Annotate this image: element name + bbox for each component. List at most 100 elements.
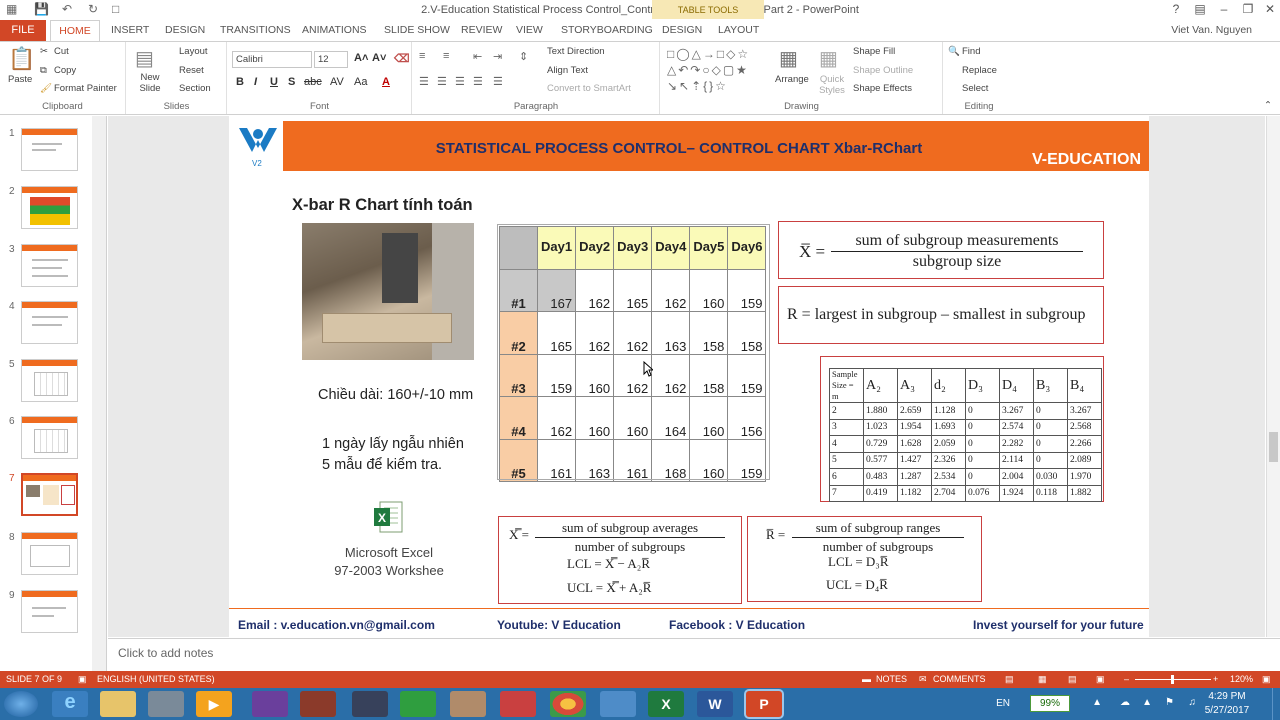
column-header[interactable]: Day3 bbox=[613, 226, 653, 270]
arrange-button[interactable]: Arrange bbox=[775, 74, 809, 85]
fit-to-window-icon[interactable]: ▣ bbox=[1262, 674, 1271, 685]
bullets-icon[interactable]: ≡ bbox=[419, 50, 425, 62]
shapes-gallery[interactable]: □◯△→□◇☆ △↶↷○◇▢★ ↘↖⇡{}☆ bbox=[667, 46, 767, 96]
spellcheck-icon[interactable]: ▣ bbox=[78, 674, 87, 685]
arrange-icon[interactable]: ▦ bbox=[779, 46, 798, 71]
chrome-icon[interactable] bbox=[550, 691, 586, 717]
tab-view[interactable]: VIEW bbox=[516, 24, 543, 36]
tab-file[interactable]: FILE bbox=[0, 20, 46, 41]
media-player-icon[interactable]: ▶ bbox=[196, 691, 232, 717]
decrease-indent-icon[interactable]: ⇤ bbox=[473, 50, 482, 63]
scrollbar-thumb[interactable] bbox=[1269, 432, 1278, 462]
decrease-font-icon[interactable]: A˅ bbox=[372, 52, 386, 64]
column-header[interactable]: Day6 bbox=[727, 226, 767, 270]
cut-button[interactable]: Cut bbox=[54, 46, 69, 57]
start-button-icon[interactable] bbox=[4, 691, 38, 717]
copy-icon[interactable]: ⧉ bbox=[40, 65, 47, 76]
comments-icon[interactable]: ✉ bbox=[919, 674, 927, 685]
zoom-in-icon[interactable]: + bbox=[1213, 674, 1218, 684]
paste-icon[interactable]: 📋 bbox=[8, 46, 35, 72]
slide-scrollbar[interactable] bbox=[1266, 116, 1280, 637]
volume-icon[interactable]: ♫ bbox=[1189, 697, 1197, 708]
change-case-icon[interactable]: Aa bbox=[354, 76, 367, 88]
reading-view-icon[interactable]: ▤ bbox=[1068, 674, 1077, 685]
slide-thumbnail-2[interactable] bbox=[21, 186, 78, 229]
copy-button[interactable]: Copy bbox=[54, 65, 76, 76]
table-cell[interactable]: 160 bbox=[689, 438, 729, 482]
app-icon-1[interactable] bbox=[148, 691, 184, 717]
new-slide-button[interactable]: New Slide bbox=[135, 72, 165, 94]
show-desktop-button[interactable] bbox=[1272, 688, 1280, 720]
slides-pane-scrollbar[interactable] bbox=[92, 116, 106, 671]
excel-taskbar-icon[interactable]: X bbox=[648, 691, 684, 717]
text-direction-button[interactable]: Text Direction bbox=[547, 46, 605, 57]
select-button[interactable]: Select bbox=[962, 83, 988, 94]
tab-storyboarding[interactable]: STORYBOARDING bbox=[561, 24, 653, 36]
action-center-icon[interactable]: ⚑ bbox=[1165, 697, 1174, 708]
language-indicator[interactable]: ENGLISH (UNITED STATES) bbox=[97, 674, 215, 684]
restore-button[interactable]: ❐ bbox=[1238, 2, 1258, 16]
convert-smartart-button[interactable]: Convert to SmartArt bbox=[547, 83, 631, 94]
table-cell[interactable]: 159 bbox=[536, 353, 577, 397]
tab-slide-show[interactable]: SLIDE SHOW bbox=[384, 24, 450, 36]
strikethrough-icon[interactable]: abc bbox=[304, 76, 322, 88]
file-explorer-icon[interactable] bbox=[100, 691, 136, 717]
column-header[interactable]: Day1 bbox=[536, 226, 577, 270]
tab-design[interactable]: DESIGN bbox=[165, 24, 205, 36]
zoom-level[interactable]: 120% bbox=[1230, 674, 1253, 684]
row-header[interactable]: #3 bbox=[499, 353, 538, 397]
slide-thumbnail-5[interactable] bbox=[21, 359, 78, 402]
visual-studio-icon[interactable] bbox=[252, 691, 288, 717]
underline-icon[interactable]: U bbox=[270, 76, 278, 88]
shape-fill-button[interactable]: Shape Fill bbox=[853, 46, 895, 57]
minimize-button[interactable]: – bbox=[1214, 2, 1234, 16]
notes-pane[interactable]: Click to add notes bbox=[108, 638, 1280, 671]
columns-icon[interactable]: ☰ bbox=[493, 75, 503, 88]
align-text-button[interactable]: Align Text bbox=[547, 65, 588, 76]
ribbon-display-icon[interactable]: ▤ bbox=[1190, 2, 1210, 16]
tab-animations[interactable]: ANIMATIONS bbox=[302, 24, 367, 36]
clear-formatting-icon[interactable]: ⌫ bbox=[394, 52, 410, 65]
increase-font-icon[interactable]: A˄ bbox=[354, 52, 368, 64]
tab-review[interactable]: REVIEW bbox=[461, 24, 502, 36]
slide-thumbnail-6[interactable] bbox=[21, 416, 78, 459]
row-header[interactable]: #5 bbox=[499, 438, 538, 482]
new-slide-icon[interactable]: ▤ bbox=[135, 46, 154, 71]
table-cell[interactable]: 162 bbox=[651, 268, 691, 312]
shape-effects-button[interactable]: Shape Effects bbox=[853, 83, 912, 94]
average-range-formula-box[interactable]: R̅ = sum of subgroup ranges number of su… bbox=[747, 516, 982, 602]
comments-button[interactable]: COMMENTS bbox=[933, 674, 986, 684]
clock-date[interactable]: 5/27/2017 bbox=[1196, 705, 1258, 716]
font-color-icon[interactable]: A bbox=[382, 76, 390, 88]
row-header[interactable]: #4 bbox=[499, 396, 538, 440]
table-corner-cell[interactable] bbox=[499, 226, 538, 270]
quick-styles-icon[interactable]: ▦ bbox=[819, 46, 838, 71]
app-icon-4[interactable] bbox=[450, 691, 486, 717]
table-cell[interactable]: 161 bbox=[613, 438, 653, 482]
table-cell[interactable]: 164 bbox=[651, 396, 691, 440]
grand-average-formula-box[interactable]: X̿ = sum of subgroup averages number of … bbox=[498, 516, 742, 604]
slide-counter[interactable]: SLIDE 7 OF 9 bbox=[6, 674, 62, 684]
help-icon[interactable]: ? bbox=[1166, 2, 1186, 16]
zoom-slider[interactable] bbox=[1135, 675, 1211, 684]
word-taskbar-icon[interactable]: W bbox=[697, 691, 733, 717]
tab-home[interactable]: HOME bbox=[50, 20, 100, 42]
table-cell[interactable]: 163 bbox=[651, 311, 691, 355]
clock-time[interactable]: 4:29 PM bbox=[1200, 691, 1254, 702]
slide-canvas[interactable]: V2 STATISTICAL PROCESS CONTROL– CONTROL … bbox=[229, 116, 1149, 637]
app-icon-3[interactable] bbox=[352, 691, 388, 717]
table-cell[interactable]: 160 bbox=[575, 396, 615, 440]
slide-thumbnail-9[interactable] bbox=[21, 590, 78, 633]
slide-thumbnail-7[interactable] bbox=[21, 473, 78, 516]
notes-button[interactable]: NOTES bbox=[876, 674, 907, 684]
tab-transitions[interactable]: TRANSITIONS bbox=[220, 24, 291, 36]
slide-sorter-icon[interactable]: ▦ bbox=[1038, 674, 1047, 685]
format-painter-button[interactable]: Format Painter bbox=[54, 83, 117, 94]
table-cell[interactable]: 160 bbox=[689, 396, 729, 440]
slideshow-view-icon[interactable]: ▣ bbox=[1096, 674, 1105, 685]
notes-placeholder[interactable]: Click to add notes bbox=[118, 646, 213, 660]
language-bar[interactable]: EN bbox=[996, 698, 1010, 709]
chart-app-icon[interactable] bbox=[400, 691, 436, 717]
zoom-out-icon[interactable]: – bbox=[1124, 674, 1129, 684]
table-cell[interactable]: 163 bbox=[575, 438, 615, 482]
